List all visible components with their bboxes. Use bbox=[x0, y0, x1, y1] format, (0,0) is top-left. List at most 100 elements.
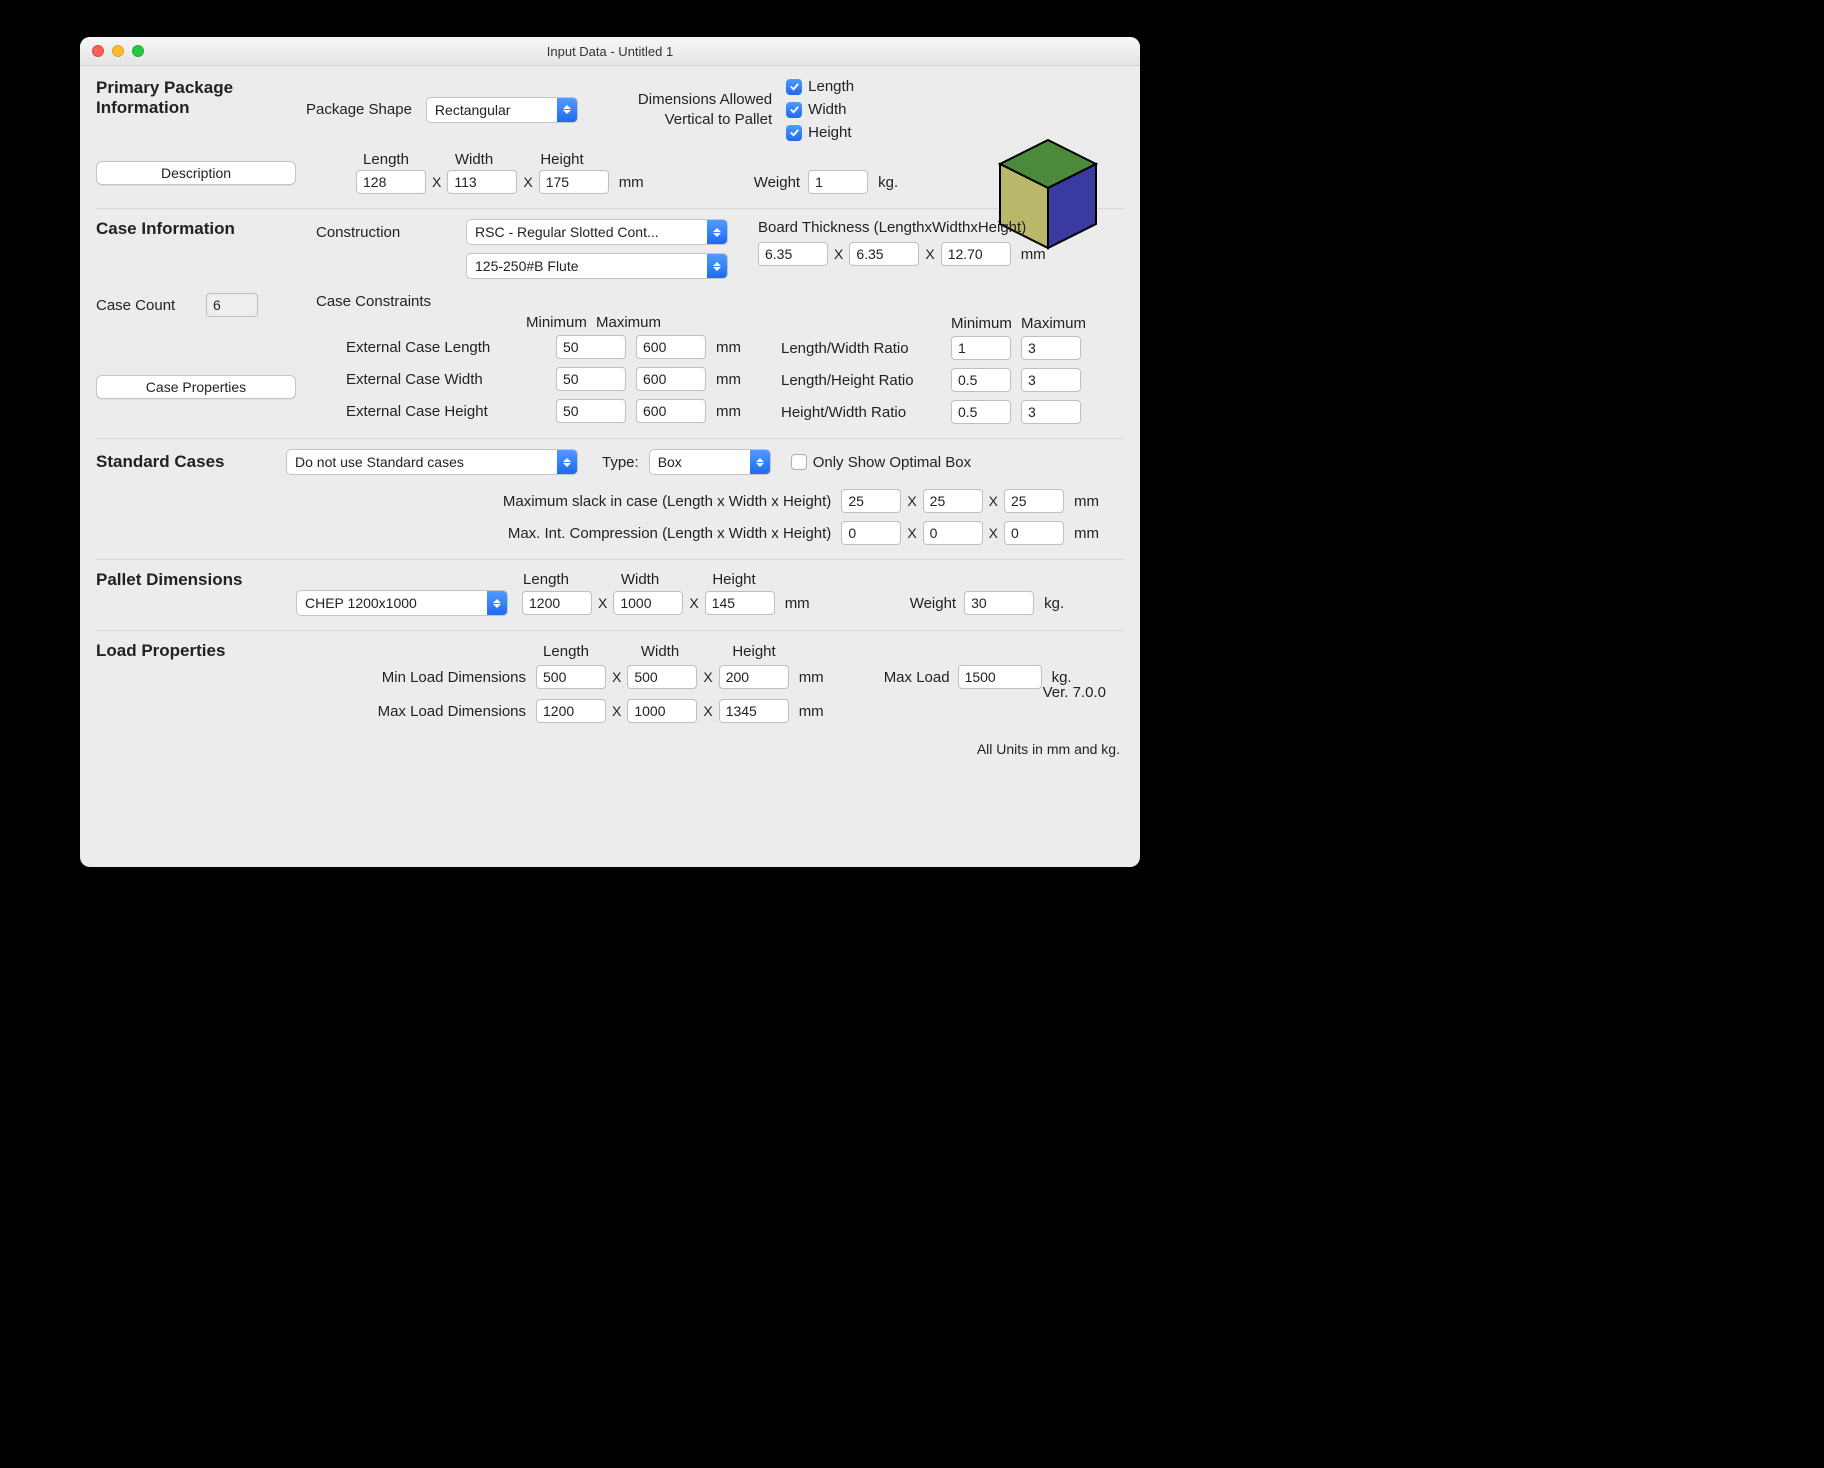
app-window: Input Data - Untitled 1 Primary Package … bbox=[80, 37, 1140, 867]
ech-min-input[interactable] bbox=[556, 399, 626, 423]
package-shape-value: Rectangular bbox=[427, 102, 557, 118]
length-header: Length bbox=[356, 151, 416, 168]
primary-dim-unit: mm bbox=[619, 174, 644, 191]
lh-ratio-label: Length/Height Ratio bbox=[781, 372, 951, 389]
chevron-updown-icon bbox=[750, 450, 770, 474]
max-slack-label: Maximum slack in case (Length x Width x … bbox=[503, 493, 831, 510]
checkbox-icon bbox=[786, 102, 802, 118]
pallet-height-input[interactable] bbox=[705, 591, 775, 615]
pallet-length-input[interactable] bbox=[522, 591, 592, 615]
chevron-updown-icon bbox=[487, 591, 507, 615]
max-load-dims-label: Max Load Dimensions bbox=[336, 703, 536, 720]
bt-length-input[interactable] bbox=[758, 242, 828, 266]
pallet-select[interactable]: CHEP 1200x1000 bbox=[296, 590, 508, 616]
comp-h-input[interactable] bbox=[1004, 521, 1064, 545]
hw-min-input[interactable] bbox=[951, 400, 1011, 424]
package-shape-label: Package Shape bbox=[306, 101, 412, 118]
min-load-label: Min Load Dimensions bbox=[336, 669, 536, 686]
chevron-updown-icon bbox=[557, 98, 577, 122]
checkbox-icon bbox=[786, 125, 802, 141]
lw-ratio-label: Length/Width Ratio bbox=[781, 340, 951, 357]
min-h-input[interactable] bbox=[719, 665, 789, 689]
case-constraints-label: Case Constraints bbox=[316, 293, 741, 310]
hw-ratio-label: Height/Width Ratio bbox=[781, 404, 951, 421]
bt-height-input[interactable] bbox=[941, 242, 1011, 266]
ecw-label: External Case Width bbox=[316, 371, 556, 388]
construction-label: Construction bbox=[316, 224, 466, 241]
description-button[interactable]: Description bbox=[96, 161, 296, 185]
package-shape-select[interactable]: Rectangular bbox=[426, 97, 578, 123]
chevron-updown-icon bbox=[557, 450, 577, 474]
chevron-updown-icon bbox=[707, 220, 727, 244]
version-label: Ver. 7.0.0 bbox=[1043, 684, 1106, 701]
max-w-input[interactable] bbox=[627, 699, 697, 723]
chk-height[interactable]: Height bbox=[786, 124, 854, 141]
pallet-heading: Pallet Dimensions bbox=[96, 570, 296, 590]
titlebar: Input Data - Untitled 1 bbox=[80, 37, 1140, 66]
slack-h-input[interactable] bbox=[1004, 489, 1064, 513]
standard-cases-select[interactable]: Do not use Standard cases bbox=[286, 449, 578, 475]
dims-allowed-label-1: Dimensions Allowed bbox=[638, 90, 772, 110]
hw-max-input[interactable] bbox=[1021, 400, 1081, 424]
checkbox-icon bbox=[791, 454, 807, 470]
flute-select[interactable]: 125-250#B Flute bbox=[466, 253, 728, 279]
close-icon[interactable] bbox=[92, 45, 104, 57]
dims-allowed-label-2: Vertical to Pallet bbox=[638, 110, 772, 130]
primary-length-input[interactable] bbox=[356, 170, 426, 194]
window-title: Input Data - Untitled 1 bbox=[80, 44, 1140, 59]
type-select[interactable]: Box bbox=[649, 449, 771, 475]
slack-l-input[interactable] bbox=[841, 489, 901, 513]
height-header: Height bbox=[532, 151, 592, 168]
minimize-icon[interactable] bbox=[112, 45, 124, 57]
primary-heading-1: Primary Package bbox=[96, 78, 306, 98]
max-load-input[interactable] bbox=[958, 665, 1042, 689]
ech-label: External Case Height bbox=[316, 403, 556, 420]
bt-width-input[interactable] bbox=[849, 242, 919, 266]
min-w-input[interactable] bbox=[627, 665, 697, 689]
min-l-input[interactable] bbox=[536, 665, 606, 689]
construction-select[interactable]: RSC - Regular Slotted Cont... bbox=[466, 219, 728, 245]
checkbox-icon bbox=[786, 79, 802, 95]
case-count-label: Case Count bbox=[96, 297, 206, 314]
ecl-max-input[interactable] bbox=[636, 335, 706, 359]
traffic-lights bbox=[92, 45, 144, 57]
primary-weight-unit: kg. bbox=[878, 174, 898, 191]
maximize-icon[interactable] bbox=[132, 45, 144, 57]
primary-width-input[interactable] bbox=[447, 170, 517, 194]
case-properties-button[interactable]: Case Properties bbox=[96, 375, 296, 399]
case-info-heading: Case Information bbox=[96, 219, 316, 239]
ecw-min-input[interactable] bbox=[556, 367, 626, 391]
primary-weight-input[interactable] bbox=[808, 170, 868, 194]
ech-max-input[interactable] bbox=[636, 399, 706, 423]
chk-length[interactable]: Length bbox=[786, 78, 854, 95]
lh-max-input[interactable] bbox=[1021, 368, 1081, 392]
max-h-input[interactable] bbox=[719, 699, 789, 723]
lh-min-input[interactable] bbox=[951, 368, 1011, 392]
max-comp-label: Max. Int. Compression (Length x Width x … bbox=[508, 525, 831, 542]
standard-cases-heading: Standard Cases bbox=[96, 452, 286, 472]
load-heading: Load Properties bbox=[96, 641, 336, 661]
lw-max-input[interactable] bbox=[1021, 336, 1081, 360]
comp-l-input[interactable] bbox=[841, 521, 901, 545]
case-count-input[interactable] bbox=[206, 293, 258, 317]
primary-weight-label: Weight bbox=[754, 174, 800, 191]
chk-only-optimal[interactable]: Only Show Optimal Box bbox=[791, 454, 971, 471]
pallet-weight-label: Weight bbox=[910, 595, 956, 612]
width-header: Width bbox=[444, 151, 504, 168]
ecw-max-input[interactable] bbox=[636, 367, 706, 391]
slack-w-input[interactable] bbox=[923, 489, 983, 513]
units-label: All Units in mm and kg. bbox=[96, 737, 1124, 757]
board-thickness-label: Board Thickness (LengthxWidthxHeight) bbox=[758, 219, 1046, 236]
chk-width[interactable]: Width bbox=[786, 101, 854, 118]
primary-height-input[interactable] bbox=[539, 170, 609, 194]
max-l-input[interactable] bbox=[536, 699, 606, 723]
comp-w-input[interactable] bbox=[923, 521, 983, 545]
type-label: Type: bbox=[602, 454, 639, 471]
pallet-width-input[interactable] bbox=[613, 591, 683, 615]
pallet-weight-input[interactable] bbox=[964, 591, 1034, 615]
primary-heading-2: Information bbox=[96, 98, 306, 118]
lw-min-input[interactable] bbox=[951, 336, 1011, 360]
chevron-updown-icon bbox=[707, 254, 727, 278]
ecl-min-input[interactable] bbox=[556, 335, 626, 359]
ecl-label: External Case Length bbox=[316, 339, 556, 356]
